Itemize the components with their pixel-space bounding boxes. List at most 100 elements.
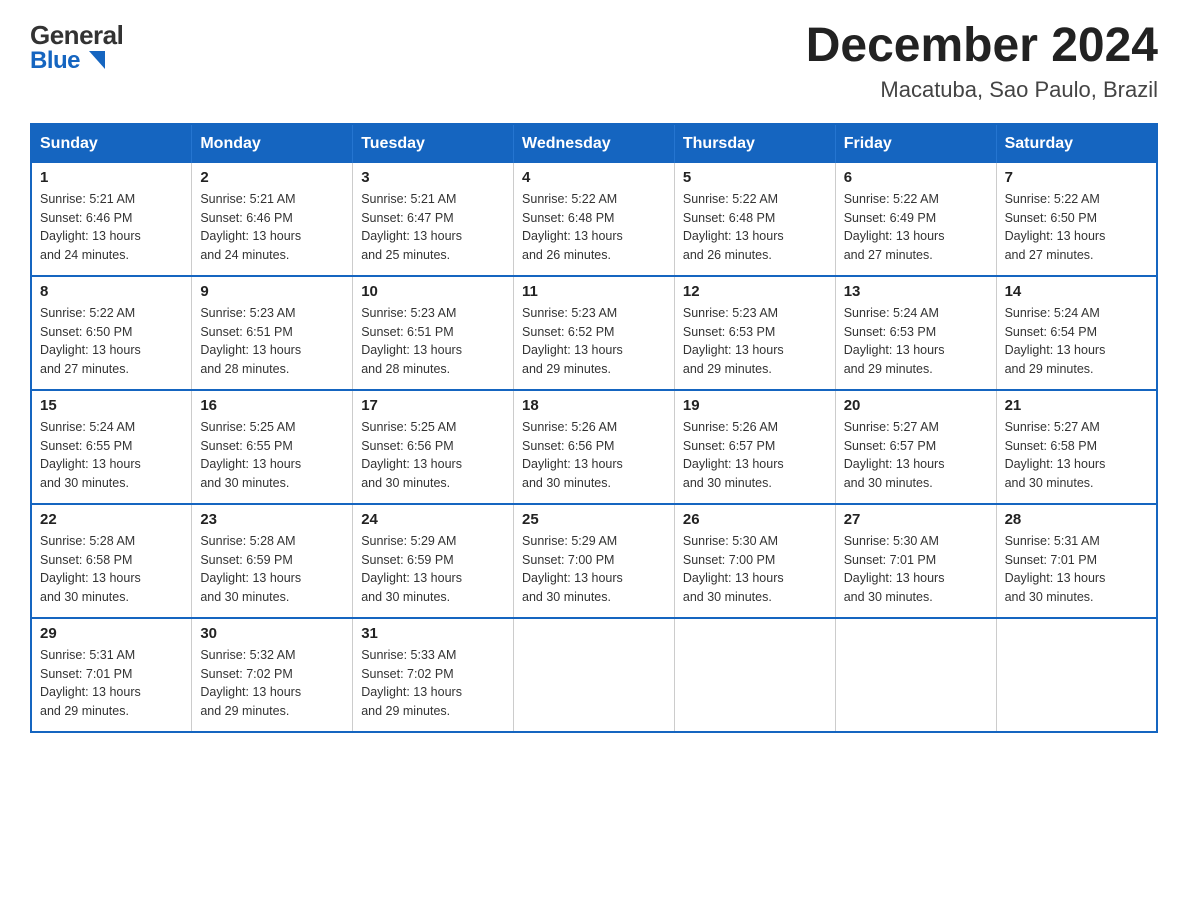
day-info: Sunrise: 5:24 AMSunset: 6:55 PMDaylight:…: [40, 418, 183, 493]
daylight-minutes-text: and 24 minutes.: [40, 248, 129, 262]
sunset-text: Sunset: 6:59 PM: [361, 553, 453, 567]
sunset-text: Sunset: 6:57 PM: [844, 439, 936, 453]
sunset-text: Sunset: 6:56 PM: [361, 439, 453, 453]
sunrise-text: Sunrise: 5:24 AM: [844, 306, 939, 320]
sunrise-text: Sunrise: 5:27 AM: [1005, 420, 1100, 434]
sunrise-text: Sunrise: 5:22 AM: [683, 192, 778, 206]
day-number: 20: [844, 397, 988, 414]
daylight-minutes-text: and 29 minutes.: [200, 704, 289, 718]
sunrise-text: Sunrise: 5:23 AM: [683, 306, 778, 320]
calendar-day-cell: 19Sunrise: 5:26 AMSunset: 6:57 PMDayligh…: [674, 390, 835, 504]
day-info: Sunrise: 5:22 AMSunset: 6:49 PMDaylight:…: [844, 190, 988, 265]
sunset-text: Sunset: 6:48 PM: [522, 211, 614, 225]
day-info: Sunrise: 5:30 AMSunset: 7:00 PMDaylight:…: [683, 532, 827, 607]
sunrise-text: Sunrise: 5:23 AM: [361, 306, 456, 320]
weekday-header-monday: Monday: [192, 124, 353, 163]
day-number: 15: [40, 397, 183, 414]
sunrise-text: Sunrise: 5:28 AM: [40, 534, 135, 548]
daylight-text: Daylight: 13 hours: [200, 571, 301, 585]
daylight-minutes-text: and 29 minutes.: [361, 704, 450, 718]
day-number: 17: [361, 397, 505, 414]
calendar-week-row: 29 Sunrise: 5:31 AMSunset: 7:01 PMDayligh…: [31, 618, 1157, 732]
sunset-text: Sunset: 7:01 PM: [844, 553, 936, 567]
daylight-text: Daylight: 13 hours: [844, 457, 945, 471]
daylight-minutes-text: and 27 minutes.: [844, 248, 933, 262]
sunrise-text: Sunrise: 5:25 AM: [200, 420, 295, 434]
logo-blue-text: Blue: [30, 47, 123, 76]
calendar-day-cell: 7 Sunrise: 5:22 AMSunset: 6:50 PMDaylight…: [996, 163, 1157, 276]
day-info: Sunrise: 5:31 AMSunset: 7:01 PMDaylight:…: [1005, 532, 1148, 607]
sunset-text: Sunset: 7:02 PM: [200, 667, 292, 681]
daylight-text: Daylight: 13 hours: [40, 229, 141, 243]
day-info: Sunrise: 5:29 AMSunset: 7:00 PMDaylight:…: [522, 532, 666, 607]
sunset-text: Sunset: 6:50 PM: [1005, 211, 1097, 225]
day-info: Sunrise: 5:22 AMSunset: 6:50 PMDaylight:…: [40, 304, 183, 379]
weekday-header-tuesday: Tuesday: [353, 124, 514, 163]
daylight-text: Daylight: 13 hours: [361, 685, 462, 699]
day-number: 6: [844, 169, 988, 186]
sunset-text: Sunset: 6:51 PM: [361, 325, 453, 339]
day-number: 25: [522, 511, 666, 528]
day-number: 16: [200, 397, 344, 414]
day-info: Sunrise: 5:27 AMSunset: 6:58 PMDaylight:…: [1005, 418, 1148, 493]
daylight-text: Daylight: 13 hours: [361, 229, 462, 243]
calendar-day-cell: 25 Sunrise: 5:29 AMSunset: 7:00 PMDayligh…: [514, 504, 675, 618]
sunrise-text: Sunrise: 5:21 AM: [200, 192, 295, 206]
calendar-day-cell: [674, 618, 835, 732]
day-info: Sunrise: 5:26 AMSunset: 6:56 PMDaylight:…: [522, 418, 666, 493]
day-number: 2: [200, 169, 344, 186]
day-number: 4: [522, 169, 666, 186]
daylight-minutes-text: and 30 minutes.: [522, 476, 611, 490]
daylight-text: Daylight: 13 hours: [683, 229, 784, 243]
daylight-minutes-text: and 29 minutes.: [40, 704, 129, 718]
sunrise-text: Sunrise: 5:31 AM: [1005, 534, 1100, 548]
sunset-text: Sunset: 6:55 PM: [40, 439, 132, 453]
day-info: Sunrise: 5:22 AMSunset: 6:48 PMDaylight:…: [522, 190, 666, 265]
day-info: Sunrise: 5:31 AMSunset: 7:01 PMDaylight:…: [40, 646, 183, 721]
calendar-day-cell: 9Sunrise: 5:23 AMSunset: 6:51 PMDaylight…: [192, 276, 353, 390]
day-number: 30: [200, 625, 344, 642]
sunrise-text: Sunrise: 5:32 AM: [200, 648, 295, 662]
day-info: Sunrise: 5:33 AMSunset: 7:02 PMDaylight:…: [361, 646, 505, 721]
daylight-minutes-text: and 30 minutes.: [200, 476, 289, 490]
daylight-text: Daylight: 13 hours: [40, 343, 141, 357]
daylight-minutes-text: and 30 minutes.: [40, 476, 129, 490]
calendar-week-row: 8Sunrise: 5:22 AMSunset: 6:50 PMDaylight…: [31, 276, 1157, 390]
daylight-text: Daylight: 13 hours: [361, 457, 462, 471]
sunset-text: Sunset: 6:48 PM: [683, 211, 775, 225]
daylight-minutes-text: and 30 minutes.: [844, 590, 933, 604]
daylight-minutes-text: and 30 minutes.: [683, 476, 772, 490]
daylight-minutes-text: and 29 minutes.: [683, 362, 772, 376]
sunrise-text: Sunrise: 5:23 AM: [200, 306, 295, 320]
daylight-minutes-text: and 26 minutes.: [683, 248, 772, 262]
sunset-text: Sunset: 6:53 PM: [844, 325, 936, 339]
calendar-week-row: 1Sunrise: 5:21 AMSunset: 6:46 PMDaylight…: [31, 163, 1157, 276]
calendar-day-cell: 29 Sunrise: 5:31 AMSunset: 7:01 PMDayligh…: [31, 618, 192, 732]
day-number: 24: [361, 511, 505, 528]
weekday-header-sunday: Sunday: [31, 124, 192, 163]
sunrise-text: Sunrise: 5:21 AM: [40, 192, 135, 206]
daylight-text: Daylight: 13 hours: [1005, 229, 1106, 243]
daylight-minutes-text: and 30 minutes.: [683, 590, 772, 604]
sunrise-text: Sunrise: 5:23 AM: [522, 306, 617, 320]
day-number: 7: [1005, 169, 1148, 186]
daylight-minutes-text: and 30 minutes.: [40, 590, 129, 604]
day-number: 21: [1005, 397, 1148, 414]
daylight-text: Daylight: 13 hours: [361, 343, 462, 357]
calendar-week-row: 22Sunrise: 5:28 AMSunset: 6:58 PMDayligh…: [31, 504, 1157, 618]
calendar-day-cell: 13Sunrise: 5:24 AMSunset: 6:53 PMDayligh…: [835, 276, 996, 390]
sunset-text: Sunset: 7:00 PM: [522, 553, 614, 567]
logo-triangle-icon: [89, 51, 105, 69]
calendar-day-cell: [996, 618, 1157, 732]
daylight-text: Daylight: 13 hours: [683, 457, 784, 471]
daylight-minutes-text: and 30 minutes.: [200, 590, 289, 604]
day-info: Sunrise: 5:22 AMSunset: 6:50 PMDaylight:…: [1005, 190, 1148, 265]
day-info: Sunrise: 5:32 AMSunset: 7:02 PMDaylight:…: [200, 646, 344, 721]
daylight-minutes-text: and 28 minutes.: [361, 362, 450, 376]
daylight-text: Daylight: 13 hours: [40, 685, 141, 699]
weekday-header-thursday: Thursday: [674, 124, 835, 163]
sunrise-text: Sunrise: 5:31 AM: [40, 648, 135, 662]
day-number: 29: [40, 625, 183, 642]
calendar-day-cell: 24Sunrise: 5:29 AMSunset: 6:59 PMDayligh…: [353, 504, 514, 618]
daylight-minutes-text: and 30 minutes.: [522, 590, 611, 604]
